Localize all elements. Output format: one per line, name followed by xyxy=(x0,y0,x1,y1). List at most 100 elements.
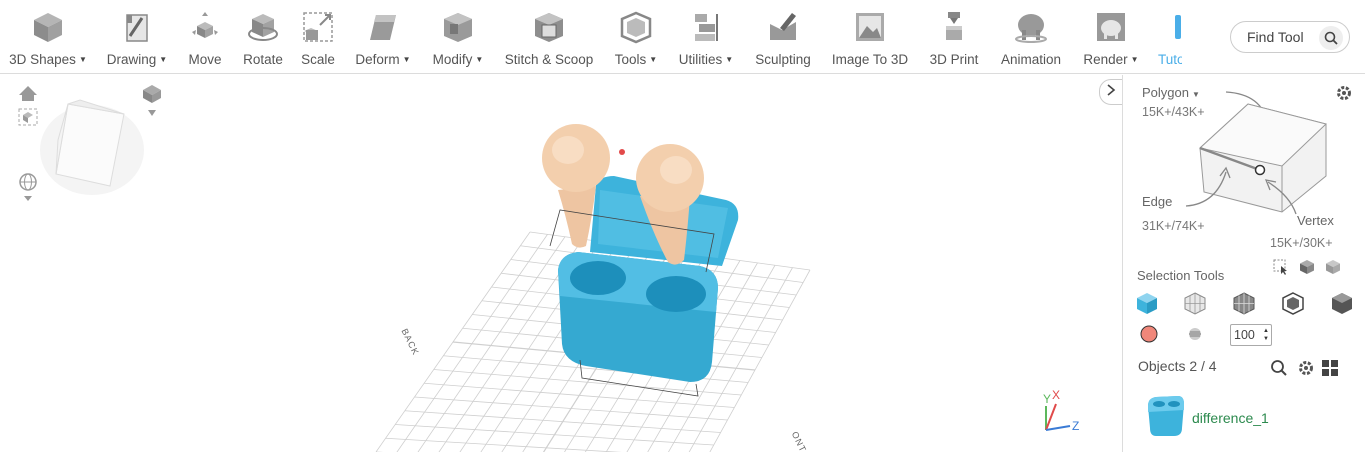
grid-line xyxy=(385,437,622,452)
tool-image-to-3d[interactable]: Image To 3D xyxy=(830,0,910,74)
tool-scale[interactable]: Scale xyxy=(298,0,338,74)
selection-size-value: 100 xyxy=(1234,328,1255,342)
axis-gizmo xyxy=(1045,403,1071,431)
tool-label: Move xyxy=(188,52,222,67)
select-add-icon[interactable] xyxy=(1298,258,1316,276)
caret-down-icon: ▼ xyxy=(1130,55,1139,64)
brush-pattern-icon[interactable] xyxy=(1182,321,1208,347)
cube-icon xyxy=(31,10,65,44)
select-vertex-icon[interactable] xyxy=(1280,290,1306,316)
sculpting-icon xyxy=(766,10,800,44)
axis-label-z: Z xyxy=(1072,419,1081,433)
caret-down-icon: ▼ xyxy=(725,55,734,64)
3d-viewport[interactable]: BACK ONT Y X Z xyxy=(0,75,1122,452)
tool-tutorial[interactable]: Tuto xyxy=(1156,0,1182,74)
render-icon xyxy=(1094,10,1128,44)
tool-label: 3D Print xyxy=(929,52,979,67)
rotate-icon xyxy=(246,10,280,44)
tool-drawing[interactable]: Drawing ▼ xyxy=(104,0,170,74)
tool-label: Animation xyxy=(1000,52,1062,67)
tool-animation[interactable]: Animation xyxy=(998,0,1064,74)
select-solid-cube-icon[interactable] xyxy=(1134,290,1160,316)
tutorial-icon xyxy=(1156,10,1182,44)
vertex-label[interactable]: Vertex xyxy=(1297,213,1334,228)
tool-label: Tuto xyxy=(1158,52,1182,67)
3d-print-icon xyxy=(937,10,971,44)
move-icon xyxy=(188,10,222,44)
grid-line xyxy=(424,382,735,408)
tool-label: 3D Shapes xyxy=(9,52,76,67)
select-body-icon[interactable] xyxy=(1329,290,1355,316)
scene-canvas xyxy=(18,85,1071,452)
deform-icon xyxy=(366,10,400,44)
tool-tools[interactable]: Tools ▼ xyxy=(612,0,660,74)
tool-label: Utilities xyxy=(678,52,723,67)
grid-line xyxy=(414,396,728,421)
objects-title: Objects 2 / 4 xyxy=(1138,358,1217,374)
tool-modify[interactable]: Modify ▼ xyxy=(428,0,488,74)
object-name: difference_1 xyxy=(1192,410,1269,426)
search-icon[interactable] xyxy=(1319,26,1343,50)
tool-stitch-scoop[interactable]: Stitch & Scoop xyxy=(502,0,596,74)
caret-down-icon: ▼ xyxy=(159,55,168,64)
image-to-3d-icon xyxy=(853,10,887,44)
tool-label: Sculpting xyxy=(755,52,811,67)
grid-line xyxy=(417,236,566,452)
caret-down-icon: ▼ xyxy=(649,55,658,64)
tool-deform[interactable]: Deform ▼ xyxy=(352,0,414,74)
fit-view-icon[interactable] xyxy=(18,108,38,126)
object-list-item[interactable]: difference_1 xyxy=(1140,392,1300,442)
spinner-icon[interactable]: ▲ ▼ xyxy=(1263,327,1269,343)
modify-icon xyxy=(441,10,475,44)
view-cube[interactable] xyxy=(40,99,144,195)
perspective-icon[interactable] xyxy=(143,85,161,116)
tool-label: Render xyxy=(1083,52,1128,67)
grid-line xyxy=(404,410,721,433)
caret-down-icon: ▼ xyxy=(402,55,411,64)
selection-tools-label: Selection Tools xyxy=(1137,268,1225,283)
axis-label-y: Y xyxy=(1043,392,1053,406)
tool-label: Modify xyxy=(432,52,473,67)
select-face-grid-icon[interactable] xyxy=(1182,290,1208,316)
main-toolbar: 3D Shapes▼ Drawing▼ Move Rotate Scale xyxy=(0,0,1365,74)
globe-icon[interactable] xyxy=(19,173,37,201)
selection-size-input[interactable]: 100 ▲ ▼ xyxy=(1230,324,1272,346)
search-icon[interactable] xyxy=(1270,359,1288,382)
grid-view-icon[interactable] xyxy=(1321,359,1339,382)
tool-label: Scale xyxy=(301,52,335,67)
stitch-scoop-icon xyxy=(532,10,566,44)
animation-icon xyxy=(1014,10,1048,44)
select-cursor-icon[interactable] xyxy=(1272,258,1290,276)
tool-3d-shapes[interactable]: 3D Shapes ▼ xyxy=(8,0,88,74)
drawing-icon xyxy=(120,10,154,44)
tool-render[interactable]: Render ▼ xyxy=(1080,0,1142,74)
tool-3d-print[interactable]: 3D Print xyxy=(926,0,982,74)
axis-label-x: X xyxy=(1052,388,1062,402)
collapse-panel-button[interactable] xyxy=(1099,79,1123,105)
find-tool-input[interactable]: Find Tool xyxy=(1230,21,1350,53)
tool-label: Image To 3D xyxy=(831,52,909,67)
caret-down-icon: ▼ xyxy=(475,55,484,64)
tool-move[interactable]: Move xyxy=(184,0,226,74)
tools-icon xyxy=(619,10,653,44)
tool-sculpting[interactable]: Sculpting xyxy=(752,0,814,74)
chevron-right-icon xyxy=(1106,83,1116,101)
tool-utilities[interactable]: Utilities ▼ xyxy=(676,0,736,74)
home-icon[interactable] xyxy=(19,86,37,101)
tool-label: Drawing xyxy=(106,52,157,67)
object-thumbnail xyxy=(1148,396,1184,436)
gear-icon[interactable] xyxy=(1297,359,1315,382)
edge-count: 31K+/74K+ xyxy=(1142,219,1205,233)
select-edge-grid-icon[interactable] xyxy=(1231,290,1257,316)
tool-label: Stitch & Scoop xyxy=(504,52,594,67)
caret-down-icon: ▼ xyxy=(78,55,87,64)
scale-icon xyxy=(301,10,335,44)
select-object-icon[interactable] xyxy=(1324,258,1342,276)
edge-label[interactable]: Edge xyxy=(1142,194,1172,209)
tool-label: Rotate xyxy=(243,52,283,67)
vertex-count: 15K+/30K+ xyxy=(1270,236,1333,250)
utilities-icon xyxy=(689,10,723,44)
tool-rotate[interactable]: Rotate xyxy=(240,0,286,74)
tool-label: Tools xyxy=(614,52,647,67)
color-swatch[interactable] xyxy=(1136,321,1162,347)
